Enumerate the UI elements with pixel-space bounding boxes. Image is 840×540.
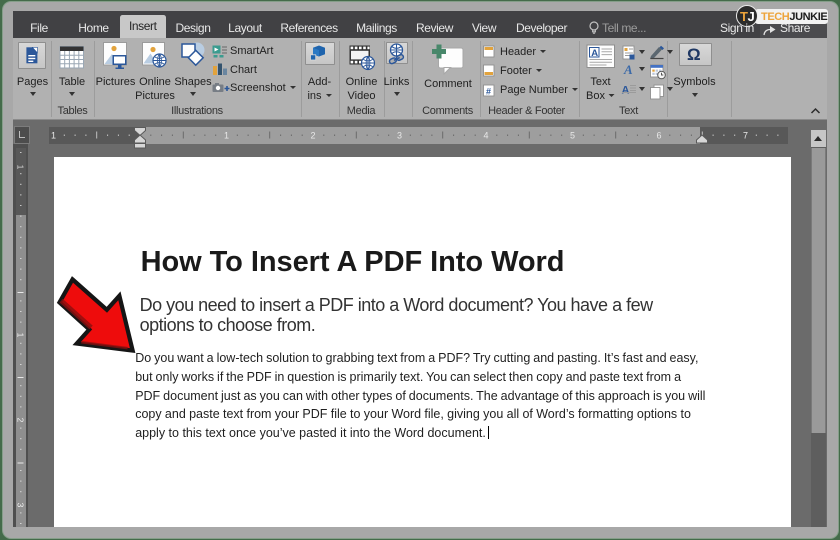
svg-text:3: 3 <box>397 131 402 141</box>
svg-text:2: 2 <box>310 131 315 141</box>
svg-text:5: 5 <box>570 131 575 141</box>
svg-text:1: 1 <box>224 131 229 141</box>
svg-text:2: 2 <box>16 418 26 423</box>
svg-text:1: 1 <box>16 165 26 170</box>
svg-text:7: 7 <box>743 131 748 141</box>
svg-text:3: 3 <box>16 503 26 508</box>
svg-text:4: 4 <box>483 131 488 141</box>
svg-text:1: 1 <box>16 333 26 338</box>
svg-text:1: 1 <box>51 131 56 141</box>
svg-text:6: 6 <box>656 131 661 141</box>
